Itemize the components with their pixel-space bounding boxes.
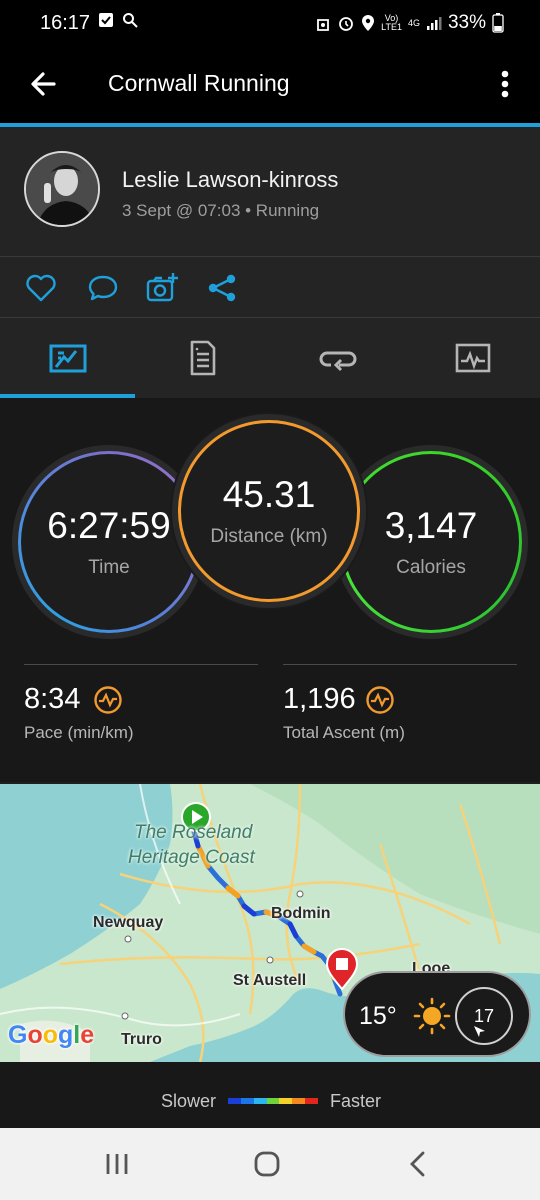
route-map[interactable]: The Roseland Heritage Coast Bodmin Newqu…	[0, 784, 540, 1062]
share-icon[interactable]	[205, 271, 239, 305]
legend-swatch	[253, 1098, 267, 1104]
legend-swatch	[279, 1098, 293, 1104]
pace-zone-icon[interactable]	[93, 685, 123, 715]
calories-label: Calories	[396, 557, 466, 578]
time-ring: 6:27:59 Time	[18, 451, 200, 633]
back-nav-icon[interactable]	[398, 1146, 438, 1182]
calories-value: 3,147	[384, 505, 478, 546]
activity-header: Leslie Lawson-kinross 3 Sept @ 07:03 • R…	[0, 127, 540, 257]
home-icon[interactable]	[247, 1146, 287, 1182]
wind-indicator: 17	[455, 987, 513, 1045]
charts-graph-icon	[455, 343, 490, 373]
battery-percent: 33%	[447, 12, 486, 33]
status-time: 16:17	[40, 12, 91, 34]
legend-swatch	[228, 1098, 241, 1104]
tab-laps[interactable]	[270, 318, 405, 398]
distance-label: Distance (km)	[210, 526, 328, 547]
more-options-icon[interactable]	[490, 64, 520, 104]
status-system-icons: Vo) LTE1 4G 33%	[315, 12, 504, 34]
tab-charts[interactable]	[405, 318, 540, 398]
network-type: 4G	[407, 17, 420, 28]
pace-legend: Slower Faster	[0, 1062, 540, 1128]
detail-tabs	[0, 318, 540, 398]
back-arrow-icon[interactable]	[24, 64, 64, 104]
distance-value: 45.31	[222, 474, 316, 515]
sun-icon	[413, 997, 451, 1035]
legend-swatch	[305, 1098, 319, 1104]
map-label-truro: Truro	[121, 1031, 162, 1048]
map-label-newquay: Newquay	[93, 914, 164, 931]
map-label-region: Heritage Coast	[128, 847, 255, 868]
tab-overview[interactable]	[0, 318, 135, 398]
legend-swatch	[292, 1098, 306, 1104]
legend-faster-label: Faster	[330, 1091, 382, 1111]
weather-temperature: 15°	[359, 1002, 397, 1030]
calories-ring: 3,147 Calories	[340, 451, 522, 633]
like-heart-icon[interactable]	[24, 271, 58, 305]
time-value: 6:27:59	[47, 505, 171, 546]
map-label-region: The Roseland	[134, 822, 253, 843]
ascent-zone-icon[interactable]	[365, 685, 395, 715]
divider	[283, 664, 517, 665]
laps-loop-icon	[319, 351, 356, 372]
google-logo: Google	[8, 1021, 95, 1049]
stats-list-icon	[190, 340, 215, 376]
add-photo-camera-icon[interactable]	[145, 271, 179, 305]
legend-color-bar	[228, 1098, 319, 1104]
legend-swatch	[240, 1098, 254, 1104]
map-label-st-austell: St Austell	[233, 972, 307, 989]
pace-label: Pace (min/km)	[24, 723, 134, 742]
system-nav-bar	[0, 1128, 540, 1200]
search-notification-icon	[123, 13, 138, 28]
status-notification-icons	[98, 12, 138, 28]
check-notification-icon	[99, 13, 113, 27]
legend-slower-label: Slower	[161, 1091, 217, 1111]
ascent-label: Total Ascent (m)	[283, 723, 405, 742]
tab-stats[interactable]	[135, 318, 270, 398]
location-icon	[362, 15, 375, 31]
wind-speed: 17	[473, 1005, 495, 1026]
volte-indicator: Vo) LTE1	[381, 13, 402, 32]
app-notification-icon	[317, 19, 330, 31]
avatar[interactable]	[24, 151, 100, 227]
battery-icon	[492, 13, 504, 33]
app-bar: Cornwall Running	[0, 46, 540, 124]
wind-direction-icon	[474, 1026, 485, 1037]
recent-apps-icon[interactable]	[97, 1146, 137, 1182]
activity-meta: 3 Sept @ 07:03 • Running	[122, 201, 320, 220]
weather-widget[interactable]: 15° 17	[343, 971, 531, 1057]
overview-chart-icon	[49, 344, 86, 373]
distance-ring: 45.31 Distance (km)	[178, 420, 360, 602]
page-title: Cornwall Running	[108, 70, 290, 96]
divider	[24, 664, 258, 665]
status-bar: 16:17 Vo) LTE1 4G 33%	[0, 0, 540, 46]
map-label-bodmin: Bodmin	[271, 905, 331, 922]
user-name[interactable]: Leslie Lawson-kinross	[122, 167, 338, 193]
avatar-photo	[26, 153, 98, 225]
legend-swatch	[266, 1098, 280, 1104]
signal-icon	[426, 17, 442, 30]
action-row	[0, 257, 540, 317]
alarm-icon	[339, 17, 354, 31]
pace-value: 8:34	[24, 683, 81, 715]
stats-section: 6:27:59 Time 3,147 Calories 45.31 Distan…	[0, 398, 540, 782]
comment-bubble-icon[interactable]	[86, 271, 120, 305]
ascent-value: 1,196	[283, 683, 356, 715]
time-label: Time	[88, 557, 130, 578]
